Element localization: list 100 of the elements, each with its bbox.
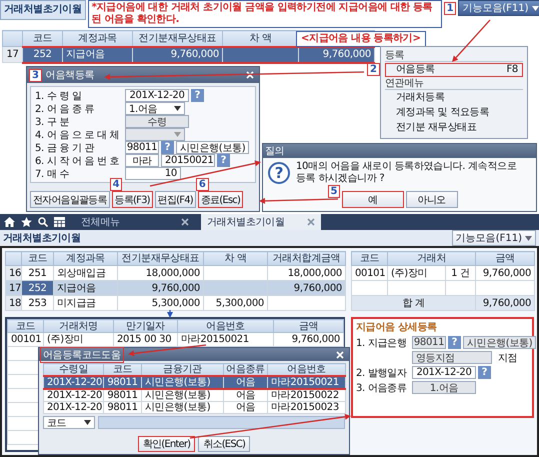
table-cell: 마라20150023 [268,402,346,414]
dialog-button[interactable]: 확인(Enter) [138,436,196,452]
table-cell: 9,760,000 [118,280,204,296]
screen-title: 거래처별초기이월 [3,232,81,245]
field-label: 1. 지급은행 [356,336,408,350]
text-field[interactable]: 201X-12-20 [412,366,476,379]
name-field: 시민은행(보통) [176,141,250,154]
search-field[interactable] [98,416,345,429]
column-header: 차 액 [222,30,298,46]
table-row[interactable]: 201X-12-20 98011 시민은행(보통) 어음 마라20150023 [44,402,346,414]
field-label: 지점 [498,352,518,364]
table-cell: 지급어음 [62,46,132,62]
column-header: 금액 [274,320,344,332]
field-label: 3. 어음종류 [356,382,408,394]
field-label: 3. 구 분 [35,116,70,128]
field-label: 7. 매 수 [35,168,70,180]
dropdown-field[interactable]: 1.어음 [125,102,185,115]
column-header: 어음종류 [224,364,268,376]
caret-icon [174,106,181,111]
dropdown-field[interactable]: 코드 [43,416,95,429]
column-header: 코드 [8,320,44,332]
column-header: 금액 [476,252,535,266]
caret-icon [174,132,181,137]
table-row[interactable]: 17 252 지급어음 9,760,000 9,760,000 [6,280,346,296]
column-header: 코드 [22,252,54,266]
field-label: 5. 금 융 기 관 [35,142,96,154]
code-field[interactable]: 98011 [125,141,159,154]
function-menu-button[interactable]: 기능모음(F11) [458,0,539,16]
field-label: 2. 어 음 종 류 [35,102,96,116]
panel-title: 지급어음 상세등록 [356,321,438,334]
menu-item[interactable]: 어음등록 F8 [385,63,523,77]
table-cell: 201X-12-20 [44,389,104,402]
menu-heading: 연관메뉴 [385,78,523,90]
column-header: 코드 [352,252,388,266]
column-header: 어음번호 [178,320,274,332]
step-number: 4 [110,178,122,191]
menu-item[interactable]: 계정과목 및 적요등록 [385,106,523,120]
table-cell: 9,760,000 [268,280,346,296]
prefix-field[interactable]: 마라 [125,154,159,167]
table-row[interactable]: 201X-12-20 98011 시민은행(보통) 어음 마라20150022 [44,389,346,402]
step-number: 2 [367,63,380,76]
count-field[interactable]: 10 [125,167,181,180]
table-cell: 마라20150021 [268,376,346,389]
column-header: 수령일 [44,364,104,376]
table-cell: 마라20150022 [268,389,346,402]
table-cell: 어음 [224,376,268,389]
dialog-title: 질의 [265,145,284,158]
dialog-button[interactable]: 편집(F4) [154,191,196,208]
column-header: 어음번호 [268,364,346,376]
menu-tab[interactable]: 거래처별초기이월 [201,214,321,230]
dialog-button[interactable]: 취소(ESC) [198,436,250,452]
column-header: 코드 [22,30,62,46]
row-number: 17 [6,280,22,296]
column-header: 만기일자 [114,320,178,332]
step-number: 5 [328,185,340,198]
table-cell: 98011 [104,402,142,414]
table-row[interactable]: 201X-12-20 98011 시민은행(보통) 어음 마라20150021 [44,376,346,389]
dialog-button[interactable]: 아니오 [406,191,458,208]
close-icon [181,218,189,226]
table-cell: 98011 [104,376,142,389]
text-field[interactable]: 201X-12-20 [125,89,189,102]
table-cell: 합 계 [352,296,476,310]
close-icon [336,350,344,358]
menu-tab[interactable]: 전체메뉴 [75,214,195,230]
table-cell: 253 [22,296,54,310]
menu-item[interactable]: 전기분 재무상태표 [385,121,523,135]
table-cell: 5,300,000 [118,296,204,310]
table-cell: 시민은행(보통) [142,402,224,414]
table-row[interactable]: 17 252 지급어음 9,760,000 9,760,000 [2,46,374,62]
column-header: 차 액 [204,252,268,266]
table-cell: 9,760,000 [132,46,222,62]
dialog-button[interactable]: 등록(F3) [112,191,153,208]
number-field[interactable]: 20150021 [161,154,215,167]
menu-item[interactable]: 거래처등록 [385,91,523,105]
table-cell: 시민은행(보통) [142,389,224,402]
field-label: 4. 어 음 으 로 대 체 [35,128,120,142]
dialog-message: 10매의 어음을 새로이 등록하였습니다. 계속적으로 등록 하시겠습니까 ? [296,161,518,185]
column-header: 계정과목 [62,30,132,46]
table-cell: (주)장미 [44,332,114,346]
shortcut-label: F8 [506,64,518,76]
field-label: 6. 시 작 어 음 번 호 [35,154,120,168]
dialog-button[interactable]: 전자어음일괄등록 [30,191,110,208]
instruction-note: *지급어음에 대한 거래처 초기이월 금액을 입력하기전에 지급어음에 대한 등록된 어음을 확인한다. [88,0,442,28]
dialog-button[interactable]: 예 [342,191,404,208]
home-icon [4,217,15,227]
dialog-title: 어음책등록 [46,69,94,82]
dialog-button[interactable]: 종료(Esc) [198,191,244,208]
pointer-arrow [167,310,173,318]
table-cell: 201X-12-20 [44,402,104,414]
close-icon [246,71,254,79]
table-cell: 미지급금 [54,296,118,310]
table-row[interactable]: 18 253 미지급금 5,300,000 5,300,000 [6,296,346,310]
field-label: 1. 수 령 일 [35,90,83,102]
grid-icon [54,217,65,227]
table-cell: 지급어음 [54,280,118,296]
column-header: 금융기관 [142,364,224,376]
table-cell: 9,760,000 [476,266,535,280]
table-cell: 98011 [104,389,142,402]
column-header: 전기분재무상태표 [118,252,204,266]
function-menu-button[interactable]: 기능모음(F11) [452,230,536,246]
